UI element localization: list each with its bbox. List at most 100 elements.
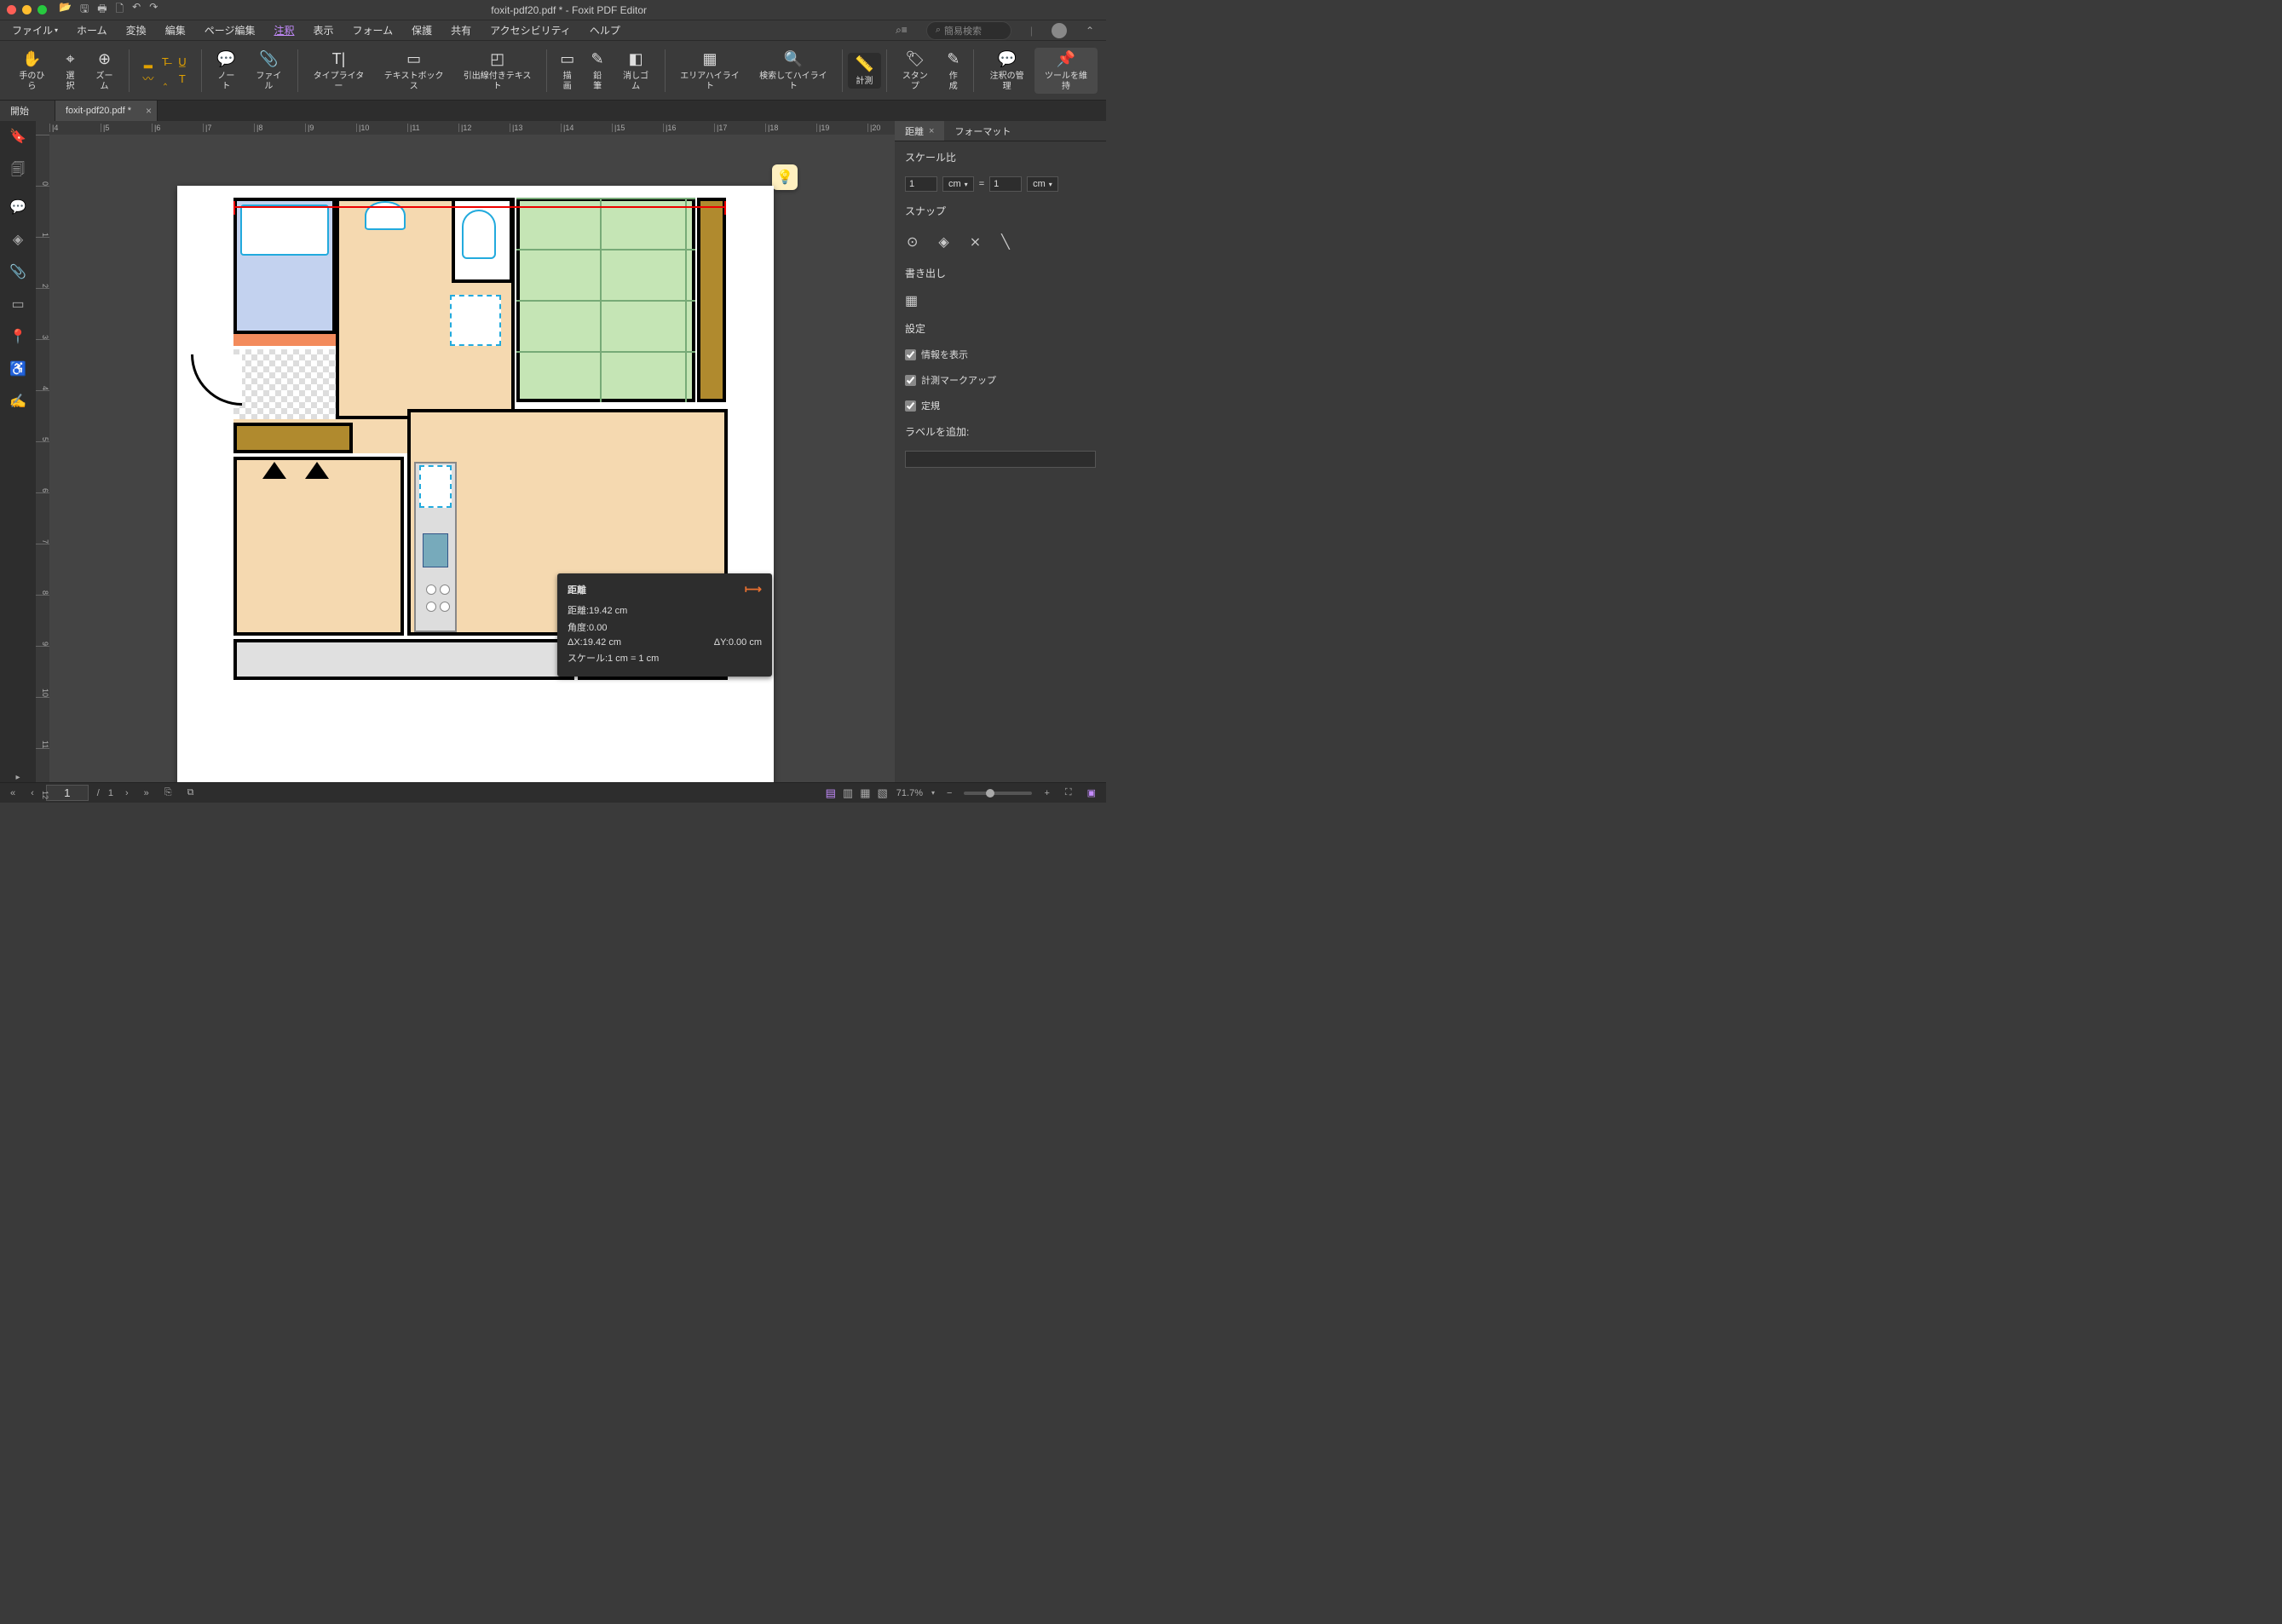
menu-form[interactable]: フォーム xyxy=(353,23,394,37)
last-page-button[interactable]: » xyxy=(141,788,153,798)
hint-lightbulb-icon[interactable]: 💡 xyxy=(772,164,798,190)
scale-to-unit[interactable]: cm▾ xyxy=(1027,176,1058,192)
menu-protect[interactable]: 保護 xyxy=(412,23,432,37)
collapse-ribbon-icon[interactable]: ⌃ xyxy=(1086,25,1094,37)
zoom-in-button[interactable]: + xyxy=(1040,788,1052,798)
bookmarks-icon[interactable]: 🔖 xyxy=(9,128,26,145)
page-layout-icon[interactable]: ⎘ xyxy=(161,787,176,798)
close-window-button[interactable] xyxy=(7,5,16,14)
underline-icon[interactable]: U̲ xyxy=(176,55,189,69)
strikeout-icon[interactable]: T̶ xyxy=(158,55,172,69)
textbox-tool[interactable]: ▭テキストボックス xyxy=(374,48,453,94)
page-layout-2-icon[interactable]: ⧉ xyxy=(184,787,198,798)
manage-annotations-tool[interactable]: 💬注釈の管理 xyxy=(979,48,1034,94)
signatures-icon[interactable]: ✍ xyxy=(9,393,26,410)
panel-tab-distance[interactable]: 距離× xyxy=(895,121,944,141)
select-tool[interactable]: ⌖選択 xyxy=(55,48,85,94)
print-icon[interactable]: 🖶 xyxy=(97,1,107,19)
first-page-button[interactable]: « xyxy=(7,788,19,798)
user-avatar[interactable] xyxy=(1052,23,1067,38)
hand-tool[interactable]: ✋手のひら xyxy=(9,48,55,94)
draw-tool[interactable]: ▭描画 xyxy=(552,48,582,94)
tell-me-icon[interactable]: ⌕≡ xyxy=(896,24,908,37)
attachments-icon[interactable]: 📎 xyxy=(9,263,26,280)
new-doc-icon[interactable]: 🗋 xyxy=(116,1,124,19)
scale-from-value[interactable] xyxy=(905,176,937,192)
view-facing-icon[interactable]: ▦ xyxy=(860,786,870,800)
hand-icon: ✋ xyxy=(22,49,41,70)
file-tab[interactable]: foxit-pdf20.pdf * × xyxy=(55,101,158,121)
create-tool[interactable]: ✎作成 xyxy=(938,48,968,94)
zoom-out-button[interactable]: − xyxy=(943,788,955,798)
menu-edit[interactable]: 編集 xyxy=(165,23,186,37)
minimize-window-button[interactable] xyxy=(22,5,32,14)
fit-page-icon[interactable]: ⛶ xyxy=(1062,787,1075,798)
snap-path-icon[interactable]: ╲ xyxy=(1001,233,1010,251)
snap-intersection-icon[interactable]: ⨯ xyxy=(970,233,981,251)
zoom-dropdown-icon[interactable]: ▾ xyxy=(931,789,935,797)
expand-sidebar-icon[interactable]: ▸ xyxy=(15,773,20,782)
highlight-icon[interactable]: ▂ xyxy=(141,55,155,69)
search-highlight-tool[interactable]: 🔍検索してハイライト xyxy=(749,48,837,94)
distance-measurement-line[interactable] xyxy=(233,206,726,208)
setting-measure-markup[interactable]: 計測マークアップ xyxy=(905,373,1096,387)
keep-tool-button[interactable]: 📌ツールを維持 xyxy=(1034,48,1098,94)
squiggly-icon[interactable]: 〰 xyxy=(141,72,155,86)
text-markup-tools[interactable]: ▂ T̶ U̲ 〰 ‸ T xyxy=(135,54,196,88)
note-tool[interactable]: 💬ノート xyxy=(207,48,245,94)
fields-icon[interactable]: ▭ xyxy=(11,296,24,313)
layers-icon[interactable]: ◈ xyxy=(13,231,23,248)
undo-icon[interactable]: ↶ xyxy=(132,1,141,19)
area-highlight-tool[interactable]: ▦エリアハイライト xyxy=(671,48,750,94)
destinations-icon[interactable]: 📍 xyxy=(9,328,26,345)
menu-page-edit[interactable]: ページ編集 xyxy=(205,23,256,37)
maximize-window-button[interactable] xyxy=(37,5,47,14)
snap-endpoint-icon[interactable]: ⊙ xyxy=(907,233,918,251)
comments-icon[interactable]: 💬 xyxy=(9,199,26,216)
zoom-tool[interactable]: ⊕ズーム xyxy=(85,48,124,94)
setting-show-info[interactable]: 情報を表示 xyxy=(905,348,1096,361)
menu-convert[interactable]: 変換 xyxy=(126,23,147,37)
pencil-tool[interactable]: ✎鉛筆 xyxy=(582,48,612,94)
start-tab[interactable]: 開始 xyxy=(0,101,55,121)
accessibility-icon[interactable]: ♿ xyxy=(9,360,26,377)
export-icon[interactable]: ▦ xyxy=(905,294,918,308)
document-viewport[interactable]: 💡 xyxy=(49,135,895,782)
callout-tool[interactable]: ◰引出線付きテキスト xyxy=(453,48,541,94)
next-page-button[interactable]: › xyxy=(122,788,132,798)
menu-share[interactable]: 共有 xyxy=(451,23,471,37)
snap-midpoint-icon[interactable]: ◈ xyxy=(938,233,948,251)
stamp-tool[interactable]: 🏷スタンプ xyxy=(892,48,938,94)
close-panel-tab-icon[interactable]: × xyxy=(929,126,934,136)
typewriter-tool[interactable]: T|タイプライター xyxy=(303,48,374,94)
file-attach-tool[interactable]: 📎ファイル xyxy=(245,48,292,94)
view-single-icon[interactable]: ▤ xyxy=(826,786,836,800)
page-number-input[interactable] xyxy=(46,785,89,801)
close-tab-icon[interactable]: × xyxy=(146,105,152,117)
search-input[interactable]: ⌕ 簡易検索 xyxy=(926,21,1011,40)
menu-file[interactable]: ファイル▾ xyxy=(12,23,58,37)
menu-annotate[interactable]: 注釈 xyxy=(274,23,294,37)
save-icon[interactable]: 🖫 xyxy=(80,1,89,19)
view-continuous-facing-icon[interactable]: ▧ xyxy=(878,786,888,800)
menu-view[interactable]: 表示 xyxy=(313,23,333,37)
zoom-slider[interactable] xyxy=(964,792,1032,795)
measure-tool[interactable]: 📏計測 xyxy=(848,53,880,89)
caret-icon[interactable]: ‸ xyxy=(158,72,172,86)
scale-to-value[interactable] xyxy=(989,176,1022,192)
scale-from-unit[interactable]: cm▾ xyxy=(942,176,974,192)
redo-icon[interactable]: ↷ xyxy=(149,1,158,19)
add-label-input[interactable] xyxy=(905,451,1096,468)
fullscreen-icon[interactable]: ▣ xyxy=(1084,787,1099,798)
eraser-tool[interactable]: ◧消しゴム xyxy=(613,48,660,94)
replace-icon[interactable]: T xyxy=(176,72,189,86)
menu-help[interactable]: ヘルプ xyxy=(590,23,620,37)
menu-accessibility[interactable]: アクセシビリティ xyxy=(490,23,571,37)
open-icon[interactable]: 📂 xyxy=(59,1,72,19)
menu-home[interactable]: ホーム xyxy=(77,23,107,37)
chevron-down-icon: ▾ xyxy=(965,181,968,188)
view-continuous-icon[interactable]: ▥ xyxy=(843,786,853,800)
panel-tab-format[interactable]: フォーマット xyxy=(944,121,1021,141)
setting-ruler[interactable]: 定規 xyxy=(905,399,1096,412)
pages-icon[interactable]: 🗐 xyxy=(11,160,25,183)
